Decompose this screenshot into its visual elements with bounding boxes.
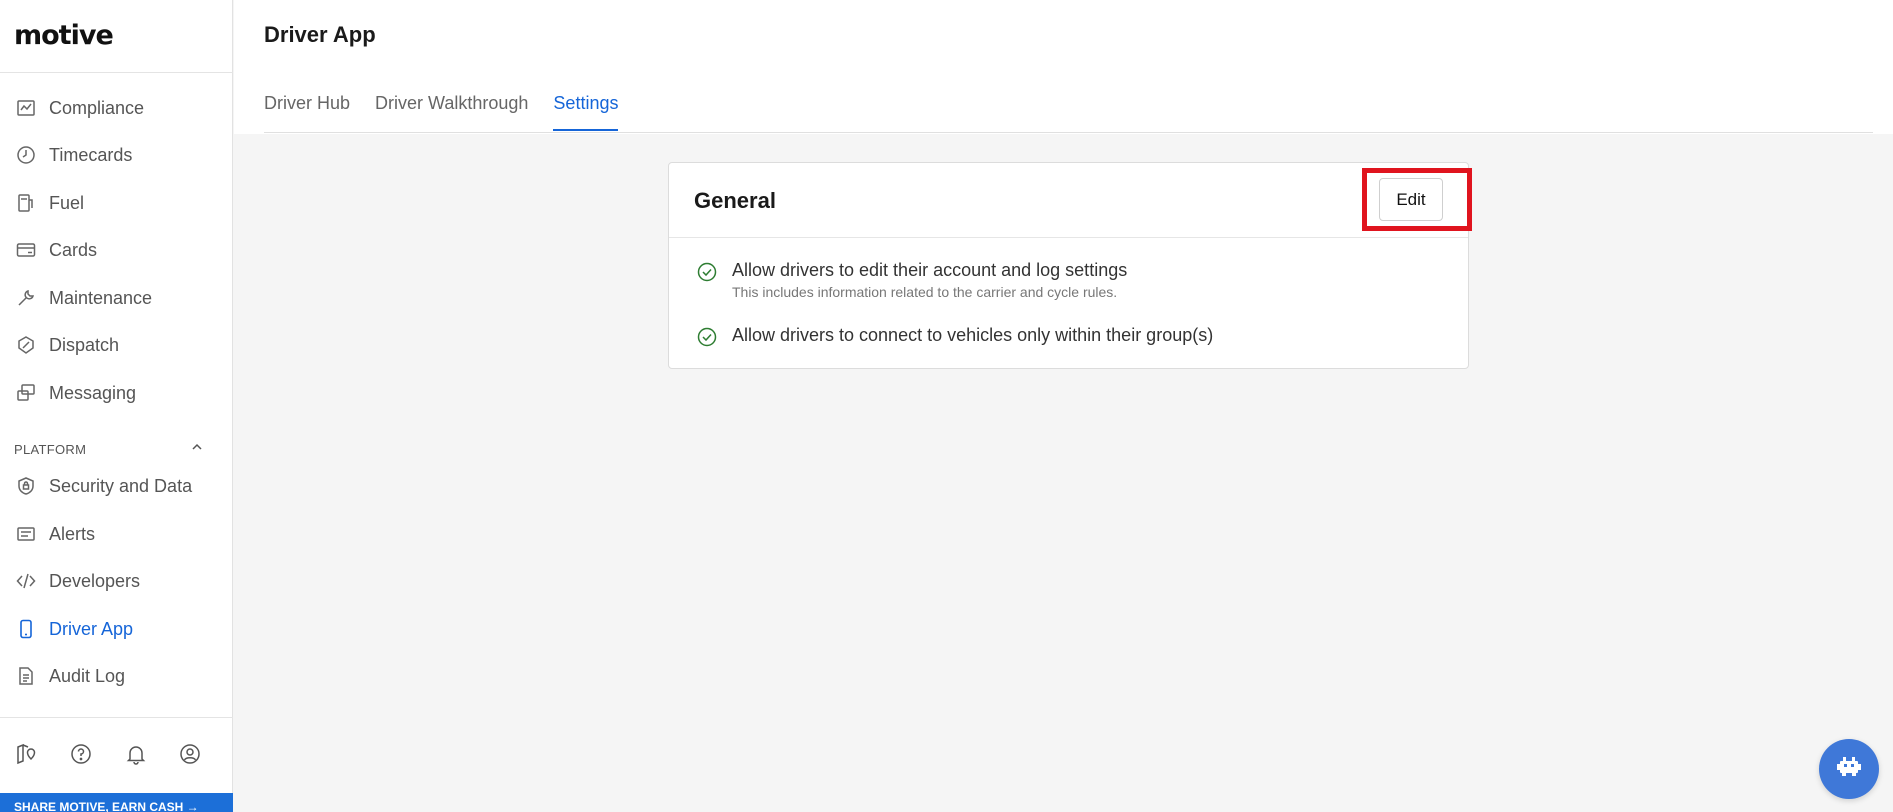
sidebar-item-alerts[interactable]: Alerts	[0, 514, 233, 554]
code-icon	[15, 570, 37, 592]
sidebar-item-compliance[interactable]: Compliance	[0, 88, 233, 128]
sidebar-item-label: Cards	[49, 239, 98, 260]
compliance-icon	[15, 97, 37, 119]
motive-logo[interactable]: motive	[14, 20, 114, 51]
sidebar-item-label: Audit Log	[49, 665, 126, 686]
sidebar-item-label: Security and Data	[49, 475, 193, 496]
chevron-up-icon[interactable]	[190, 440, 204, 459]
sidebar-item-label: Compliance	[49, 97, 145, 118]
tab-driver-hub[interactable]: Driver Hub	[264, 88, 350, 133]
shield-lock-icon	[15, 475, 37, 497]
divider	[669, 237, 1468, 238]
sidebar-item-label: Developers	[49, 570, 141, 591]
clock-icon	[15, 144, 37, 166]
sidebar-item-developers[interactable]: Developers	[0, 561, 233, 601]
document-icon	[15, 665, 37, 687]
user-circle-icon[interactable]	[176, 740, 204, 768]
sidebar-item-audit-log[interactable]: Audit Log	[0, 656, 233, 696]
divider	[0, 72, 233, 73]
fuel-pump-icon	[15, 192, 37, 214]
bell-icon[interactable]	[122, 740, 150, 768]
sidebar-item-label: Maintenance	[49, 287, 153, 308]
page-title: Driver App	[264, 22, 376, 47]
map-pin-icon[interactable]	[12, 740, 40, 768]
referral-promo-banner[interactable]: SHARE MOTIVE, EARN CASH →	[0, 793, 233, 812]
setting-description: This includes information related to the…	[732, 284, 1118, 300]
sidebar-item-label: Dispatch	[49, 334, 120, 355]
general-settings-card: General Allow drivers to edit their acco…	[668, 162, 1469, 369]
check-circle-icon	[697, 262, 717, 282]
sidebar-item-driver-app[interactable]: Driver App	[0, 609, 233, 649]
alerts-icon	[15, 523, 37, 545]
card-title: General	[694, 188, 776, 213]
platform-section-header[interactable]: PLATFORM	[14, 439, 204, 459]
tab-driver-walkthrough[interactable]: Driver Walkthrough	[375, 88, 528, 133]
sidebar-item-maintenance[interactable]: Maintenance	[0, 278, 233, 318]
sidebar-footer-icons	[0, 740, 233, 774]
sidebar-item-security-and-data[interactable]: Security and Data	[0, 466, 233, 506]
help-icon[interactable]	[67, 740, 95, 768]
platform-section-title: PLATFORM	[14, 441, 87, 457]
phone-icon	[15, 618, 37, 640]
credit-card-icon	[15, 239, 37, 261]
wrench-icon	[15, 287, 37, 309]
sidebar-item-label: Driver App	[49, 618, 134, 639]
messaging-icon	[15, 382, 37, 404]
robot-icon	[1834, 752, 1864, 787]
page-header: Driver App Driver Hub Driver Walkthrough…	[234, 0, 1893, 134]
setting-label: Allow drivers to edit their account and …	[732, 260, 1128, 280]
support-chat-button[interactable]	[1819, 739, 1879, 799]
tab-bar: Driver Hub Driver Walkthrough Settings	[264, 88, 643, 133]
sidebar-item-label: Timecards	[49, 144, 133, 165]
sidebar-item-messaging[interactable]: Messaging	[0, 373, 233, 413]
sidebar-item-fuel[interactable]: Fuel	[0, 183, 233, 223]
sidebar-item-label: Fuel	[49, 192, 85, 213]
check-circle-icon	[697, 327, 717, 347]
tab-settings[interactable]: Settings	[553, 88, 619, 133]
sidebar-item-timecards[interactable]: Timecards	[0, 135, 233, 175]
sidebar: motive Compliance Timecards Fuel Cards M…	[0, 0, 233, 812]
sidebar-item-dispatch[interactable]: Dispatch	[0, 325, 233, 365]
divider	[264, 132, 1873, 133]
sidebar-item-label: Messaging	[49, 382, 137, 403]
app: motive Compliance Timecards Fuel Cards M…	[0, 0, 1893, 812]
divider	[0, 717, 233, 718]
sidebar-item-label: Alerts	[49, 523, 96, 544]
dispatch-icon	[15, 334, 37, 356]
setting-label: Allow drivers to connect to vehicles onl…	[732, 325, 1214, 345]
sidebar-item-cards[interactable]: Cards	[0, 230, 233, 270]
edit-button[interactable]: Edit	[1379, 178, 1443, 221]
